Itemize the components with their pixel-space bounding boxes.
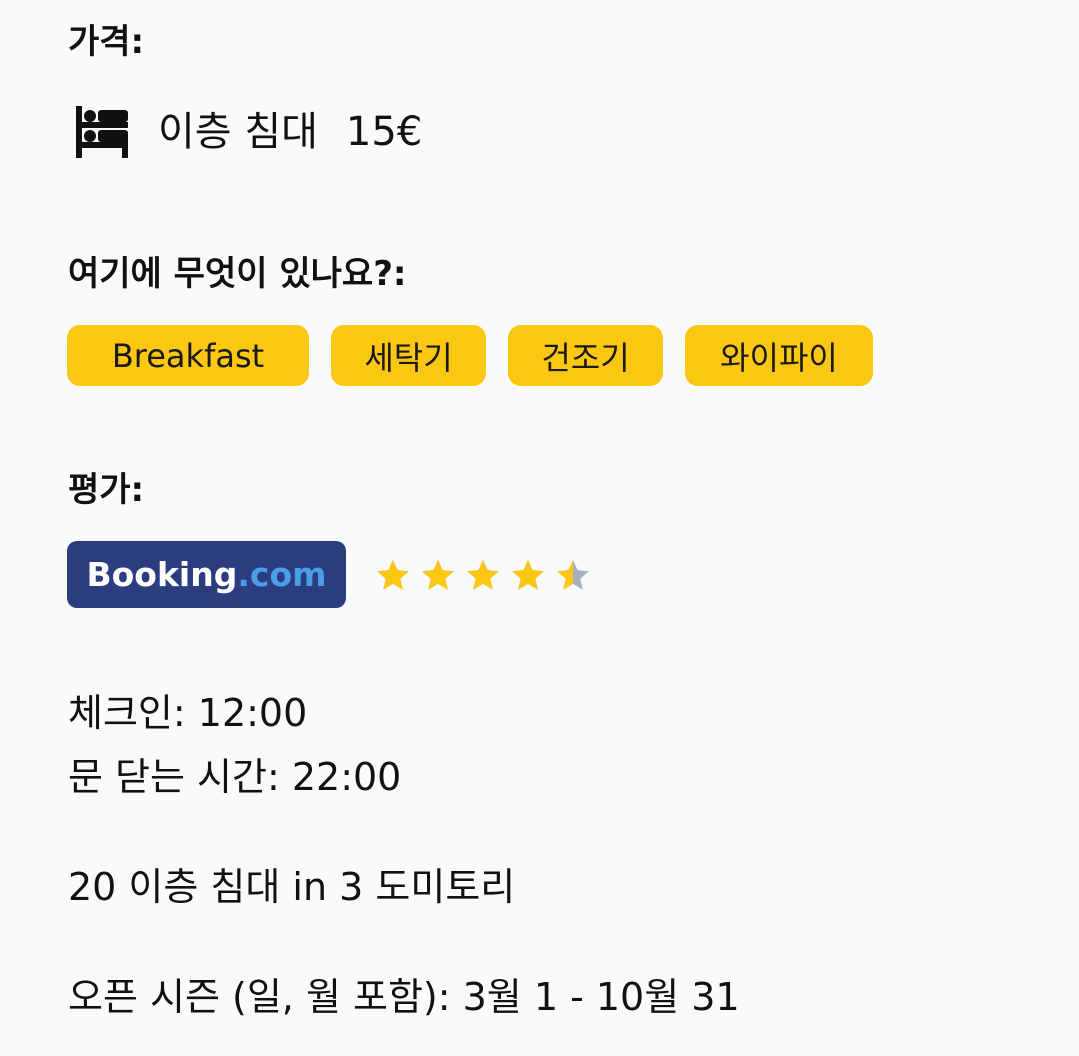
amenities-heading: 여기에 무엇이 있나요?: — [68, 254, 407, 294]
rating-row: Booking .com — [67, 541, 599, 608]
star-full-icon — [422, 559, 454, 590]
star-rating — [374, 557, 599, 595]
hostel-details-page: 가격: 이층 침대 15€ 여기에 무엇이 있나요?: Breakfast 세탁… — [0, 0, 1079, 1056]
amenity-tag-dryer: 건조기 — [508, 325, 663, 386]
bed-icon — [76, 106, 128, 158]
booking-logo-suffix: .com — [237, 555, 327, 594]
star-half-icon — [557, 559, 589, 590]
curfew-time: 문 닫는 시간: 22:00 — [68, 755, 402, 799]
amenity-tag-washer: 세탁기 — [331, 325, 486, 386]
price-label: 이층 침대 — [158, 109, 318, 155]
price-value: 15€ — [345, 109, 423, 155]
booking-logo-name: Booking — [86, 555, 238, 594]
checkin-time: 체크인: 12:00 — [68, 691, 308, 735]
star-full-icon — [467, 559, 499, 590]
bed-count: 20 이층 침대 in 3 도미토리 — [68, 865, 516, 909]
booking-logo[interactable]: Booking .com — [67, 541, 346, 608]
open-season: 오픈 시즌 (일, 월 포함): 3월 1 - 10월 31 — [68, 975, 740, 1019]
price-heading: 가격: — [68, 22, 145, 62]
amenity-tag-breakfast: Breakfast — [67, 325, 309, 386]
rating-heading: 평가: — [68, 470, 145, 510]
amenity-tag-wifi: 와이파이 — [685, 325, 873, 386]
star-full-icon — [512, 559, 544, 590]
amenity-tags: Breakfast 세탁기 건조기 와이파이 — [67, 325, 873, 386]
star-full-icon — [377, 559, 409, 590]
price-row: 이층 침대 15€ — [74, 104, 422, 160]
